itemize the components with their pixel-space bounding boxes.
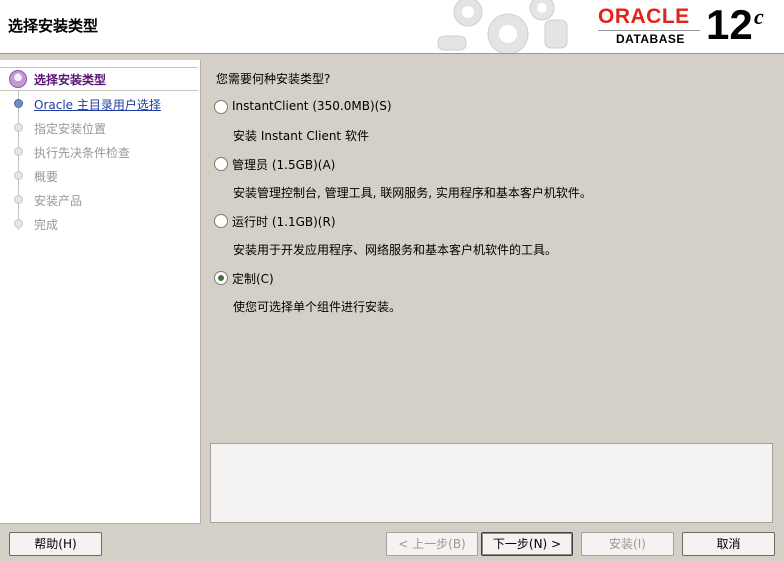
radio-runtime[interactable] — [214, 214, 228, 228]
step-dot-icon — [14, 123, 23, 132]
step-install-product: 安装产品 — [0, 189, 200, 211]
step-label: 指定安装位置 — [34, 122, 107, 136]
step-prereq-checks: 执行先决条件检查 — [0, 141, 200, 163]
step-dot-icon — [14, 147, 23, 156]
step-dot-icon — [14, 171, 23, 180]
option-description: 安装 Instant Client 软件 — [233, 129, 369, 143]
message-area — [210, 443, 773, 523]
help-button[interactable]: 帮助(H) — [9, 532, 102, 556]
version-number: 12 — [706, 1, 753, 48]
database-wordmark: DATABASE — [616, 32, 685, 46]
install-type-question: 您需要何种安装类型? — [216, 72, 331, 86]
logo-divider — [598, 30, 700, 31]
version-suffix: c — [754, 4, 764, 29]
page-title: 选择安装类型 — [8, 17, 99, 35]
option-label[interactable]: 管理员 (1.5GB)(A) — [232, 156, 335, 173]
option-label[interactable]: 定制(C) — [232, 270, 274, 287]
option-label[interactable]: InstantClient (350.0MB)(S) — [232, 99, 392, 113]
oracle-wordmark: ORACLE — [598, 5, 690, 28]
step-dot-icon — [14, 195, 23, 204]
option-description: 使您可选择单个组件进行安装。 — [233, 300, 402, 314]
radio-custom[interactable] — [214, 271, 228, 285]
header-banner: 选择安装类型 ORACLE DATABASE 12 c — [0, 0, 784, 54]
install-button[interactable]: 安装(I) — [581, 532, 674, 556]
gears-graphic-icon — [437, 0, 568, 53]
back-button[interactable]: < 上一步(B) — [386, 532, 478, 556]
step-label[interactable]: Oracle 主目录用户选择 — [34, 96, 161, 113]
steps-panel: 选择安装类型 Oracle 主目录用户选择 指定安装位置 执行先决条件检查 概要… — [0, 60, 201, 524]
step-dot-icon — [14, 219, 23, 228]
step-summary: 概要 — [0, 165, 200, 187]
current-step-icon — [9, 70, 27, 88]
step-home-user[interactable]: Oracle 主目录用户选择 — [0, 93, 200, 115]
cancel-button[interactable]: 取消 — [682, 532, 775, 556]
step-label: 选择安装类型 — [34, 73, 107, 87]
step-select-install-type: 选择安装类型 — [0, 67, 198, 91]
next-button[interactable]: 下一步(N) > — [481, 532, 573, 556]
oracle-logo: ORACLE DATABASE — [598, 5, 708, 49]
step-label: 执行先决条件检查 — [34, 146, 131, 160]
radio-instantclient[interactable] — [214, 100, 228, 114]
content-panel: 您需要何种安装类型? InstantClient (350.0MB)(S) 安装… — [201, 60, 784, 523]
step-dot-icon — [14, 99, 23, 108]
step-finish: 完成 — [0, 213, 200, 235]
option-description: 安装用于开发应用程序、网络服务和基本客户机软件的工具。 — [233, 243, 558, 257]
option-description: 安装管理控制台, 管理工具, 联网服务, 实用程序和基本客户机软件。 — [233, 186, 592, 200]
radio-administrator[interactable] — [214, 157, 228, 171]
step-install-location: 指定安装位置 — [0, 117, 200, 139]
option-label[interactable]: 运行时 (1.1GB)(R) — [232, 213, 336, 230]
step-label: 完成 — [34, 218, 59, 232]
step-label: 安装产品 — [34, 194, 83, 208]
step-label: 概要 — [34, 170, 59, 184]
